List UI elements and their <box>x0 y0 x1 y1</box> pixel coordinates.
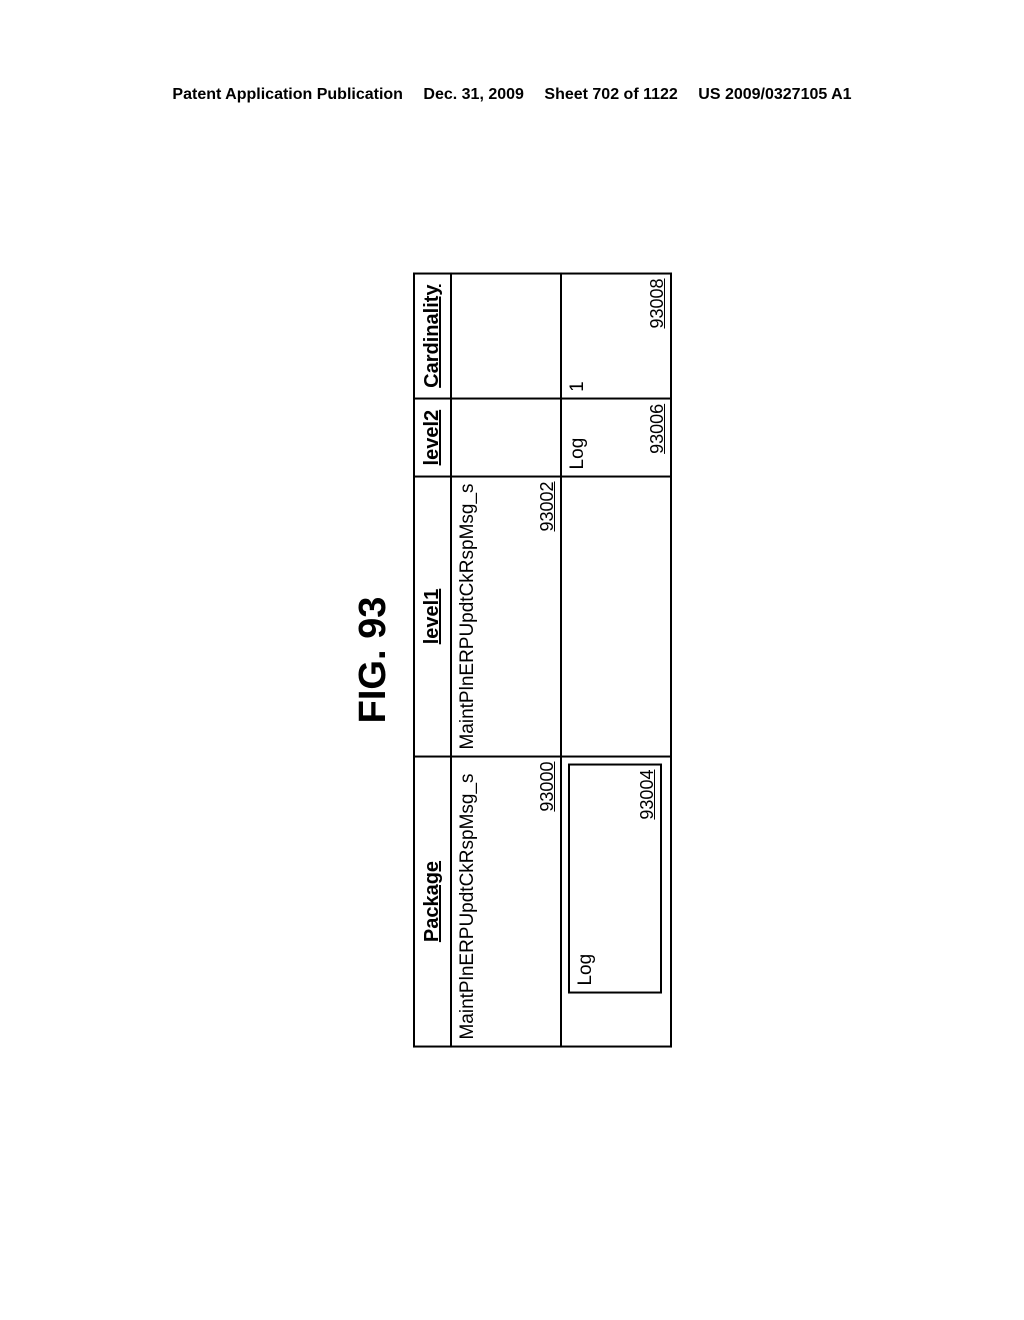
table-row: Log 93004 Log 93006 1 93008 <box>561 273 671 1046</box>
page-header: Patent Application Publication Dec. 31, … <box>0 86 1024 104</box>
cell-text: 1 <box>567 381 588 392</box>
cell-package-0: MaintPlnERPUpdtCkRspMsg_s 93000 <box>451 757 561 1047</box>
header-pubno: US 2009/0327105 A1 <box>698 86 851 103</box>
cell-ref: 93004 <box>637 770 658 820</box>
cell-package-1: Log 93004 <box>561 757 671 1047</box>
cell-level2-0 <box>451 399 561 477</box>
cell-text: MaintPlnERPUpdtCkRspMsg_s <box>457 773 478 1039</box>
header-date: Dec. 31, 2009 <box>423 86 524 103</box>
figure-container: FIG. 93 Package level1 level2 Cardinalit… <box>352 272 672 1047</box>
col-header-level1: level1 <box>414 476 451 756</box>
header-sheet: Sheet 702 of 1122 <box>544 86 677 103</box>
cell-cardinality-0 <box>451 273 561 398</box>
cell-level2-1: Log 93006 <box>561 399 671 477</box>
cell-ref: 93006 <box>647 404 668 454</box>
cell-text: Log <box>575 954 596 986</box>
cell-ref: 93002 <box>537 481 558 531</box>
table-row: MaintPlnERPUpdtCkRspMsg_s 93000 MaintPln… <box>451 273 561 1046</box>
inner-box: Log 93004 <box>568 764 662 994</box>
col-header-package: Package <box>414 757 451 1047</box>
col-header-cardinality: Cardinality <box>414 273 451 398</box>
cell-text: MaintPlnERPUpdtCkRspMsg_s <box>457 483 478 749</box>
cell-level1-1 <box>561 476 671 756</box>
header-publication: Patent Application Publication <box>172 86 403 103</box>
cell-cardinality-1: 1 93008 <box>561 273 671 398</box>
col-header-level2: level2 <box>414 399 451 477</box>
table-header-row: Package level1 level2 Cardinality <box>414 273 451 1046</box>
figure-title: FIG. 93 <box>352 272 395 1047</box>
cell-ref: 93008 <box>647 278 668 328</box>
cell-level1-0: MaintPlnERPUpdtCkRspMsg_s 93002 <box>451 476 561 756</box>
cell-ref: 93000 <box>537 762 558 812</box>
cell-text: Log <box>567 438 588 470</box>
data-table: Package level1 level2 Cardinality MaintP… <box>413 272 672 1047</box>
